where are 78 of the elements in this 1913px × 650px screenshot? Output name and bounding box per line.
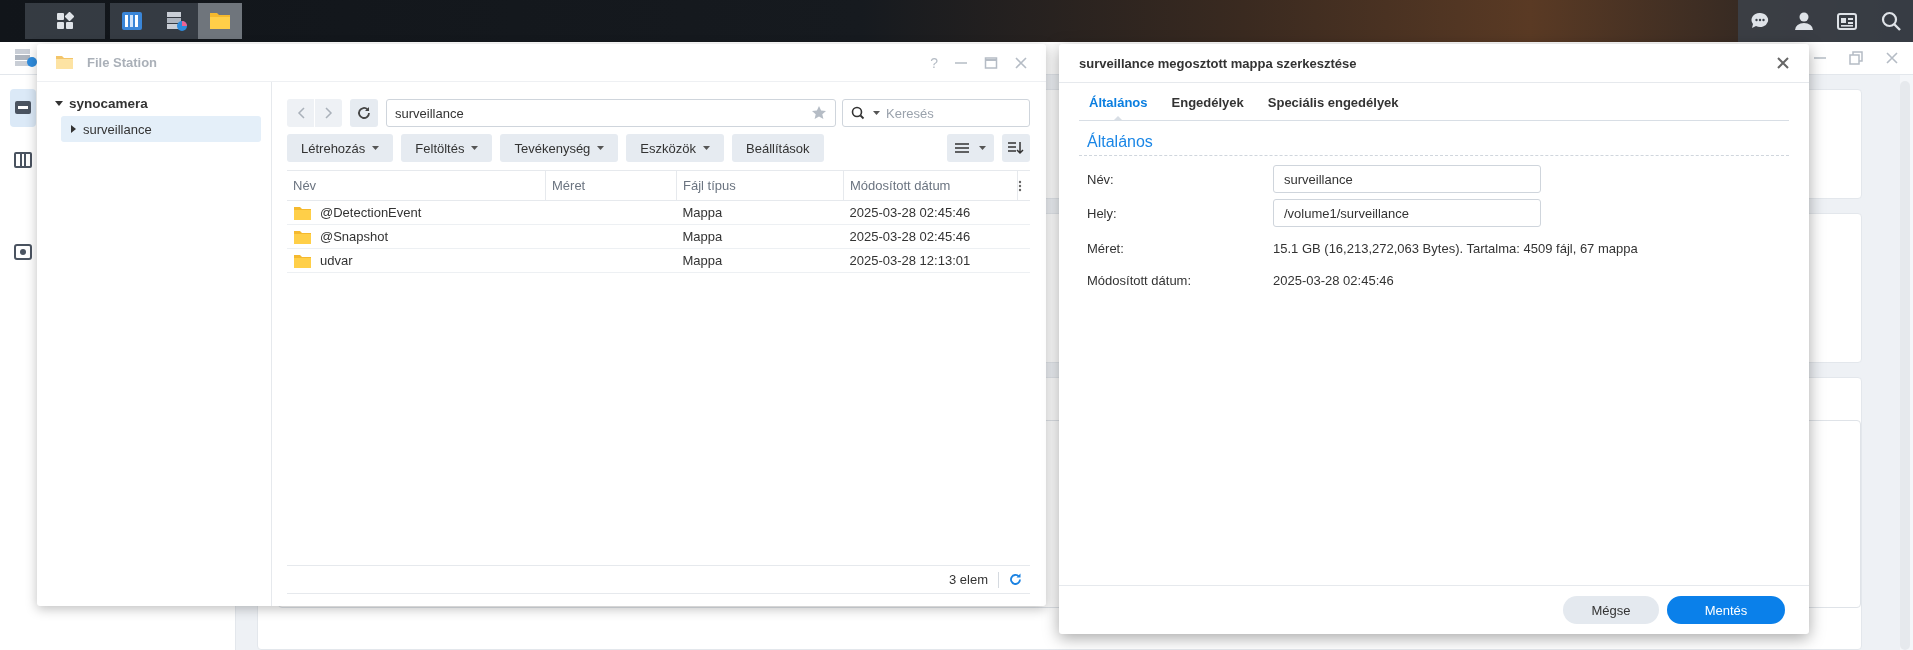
- field-label: Hely:: [1087, 205, 1118, 221]
- path-text: surveillance: [395, 105, 465, 121]
- columns-icon[interactable]: [14, 151, 32, 169]
- refresh-icon[interactable]: [1009, 573, 1022, 586]
- collapsed-triangle-icon[interactable]: [69, 125, 77, 133]
- file-name[interactable]: @Snapshot: [320, 229, 389, 244]
- sort-icon: [1008, 141, 1024, 155]
- modified-date: 2025-03-28 02:45:46: [843, 224, 1030, 249]
- modified-date: 2025-03-28 02:45:46: [843, 200, 1030, 225]
- sliders-icon: [120, 9, 144, 33]
- sort-button[interactable]: [1002, 134, 1030, 162]
- file-type: Mappa: [676, 224, 844, 249]
- list-icon: [955, 142, 969, 154]
- field-label: Név:: [1087, 171, 1115, 187]
- chevron-right-icon: [324, 107, 333, 119]
- window-title: File Station: [87, 55, 159, 70]
- server-icon[interactable]: [14, 99, 32, 117]
- caret-icon: [979, 146, 986, 150]
- file-station-taskbar-button[interactable]: [198, 3, 242, 39]
- file-name[interactable]: @DetectionEvent: [320, 205, 422, 220]
- toolbar-button[interactable]: Létrehozás: [287, 134, 394, 162]
- field-label: Módosított dátum:: [1087, 272, 1193, 288]
- dialog-title: surveillance megosztott mappa szerkesztése: [1079, 55, 1358, 71]
- refresh-button[interactable]: [350, 99, 378, 127]
- search-icon: [1881, 11, 1902, 31]
- person-icon: [1793, 11, 1814, 31]
- chevron-left-icon: [296, 107, 305, 119]
- grid-icon: [56, 12, 74, 30]
- caret-icon: [471, 146, 479, 150]
- storage-icon: [164, 9, 188, 33]
- file-name[interactable]: udvar: [320, 253, 353, 268]
- column-header[interactable]: Méret: [545, 170, 677, 201]
- cancel-button[interactable]: Mégse: [1563, 596, 1659, 624]
- text-input[interactable]: /volume1/surveillance: [1273, 199, 1541, 227]
- more-icon[interactable]: [1018, 179, 1022, 192]
- search-placeholder: Keresés: [886, 105, 934, 121]
- drive-icon[interactable]: [14, 243, 32, 261]
- save-button[interactable]: Mentés: [1667, 596, 1785, 624]
- file-type: Mappa: [676, 248, 844, 273]
- star-icon[interactable]: [811, 105, 827, 121]
- caret-icon: [703, 146, 710, 150]
- column-header[interactable]: Név: [287, 170, 546, 201]
- field-value: 2025-03-28 02:45:46: [1273, 272, 1394, 288]
- caret-icon: [873, 111, 880, 115]
- tree-item[interactable]: surveillance: [61, 116, 261, 142]
- tree-label: surveillance: [83, 121, 152, 137]
- file-type: Mappa: [676, 200, 844, 225]
- chat-bubble-icon: [1749, 11, 1770, 31]
- toolbar-button[interactable]: Tevékenység: [500, 134, 619, 162]
- tab[interactable]: Speciális engedélyek: [1267, 95, 1399, 120]
- field-label: Méret:: [1087, 240, 1125, 256]
- toolbar-button[interactable]: Eszközök: [626, 134, 724, 162]
- close-icon[interactable]: [1777, 57, 1789, 69]
- folder-icon: [293, 228, 312, 245]
- storage-icon: [14, 47, 38, 69]
- expanded-triangle-icon[interactable]: [55, 99, 63, 107]
- column-header[interactable]: Módosított dátum: [843, 170, 1018, 201]
- folder-icon: [293, 252, 312, 269]
- search-icon[interactable]: [851, 106, 867, 120]
- folder-icon: [293, 204, 312, 221]
- view-mode-button[interactable]: [947, 134, 994, 162]
- caret-icon: [597, 146, 605, 150]
- tab[interactable]: Általános: [1089, 95, 1148, 120]
- field-value: 15.1 GB (16,213,272,063 Bytes). Tartalma: 4509 fájl, 67 mappa: [1273, 240, 1638, 256]
- tab[interactable]: Engedélyek: [1171, 95, 1244, 120]
- tree-label: synocamera: [69, 95, 148, 111]
- modified-date: 2025-03-28 12:13:01: [843, 248, 1030, 273]
- item-count: 3 elem: [948, 572, 988, 587]
- news-card-icon: [1837, 11, 1858, 31]
- toolbar-button[interactable]: Feltöltés: [401, 134, 493, 162]
- section-title: Általános: [1079, 121, 1789, 156]
- column-header[interactable]: Fájl típus: [676, 170, 844, 201]
- path-field[interactable]: surveillance: [386, 99, 836, 127]
- text-input[interactable]: surveillance: [1273, 165, 1541, 193]
- refresh-icon: [357, 106, 371, 120]
- tree-item[interactable]: synocamera: [47, 90, 261, 116]
- toolbar-button[interactable]: Beállítások: [732, 134, 824, 162]
- caret-icon: [372, 146, 380, 150]
